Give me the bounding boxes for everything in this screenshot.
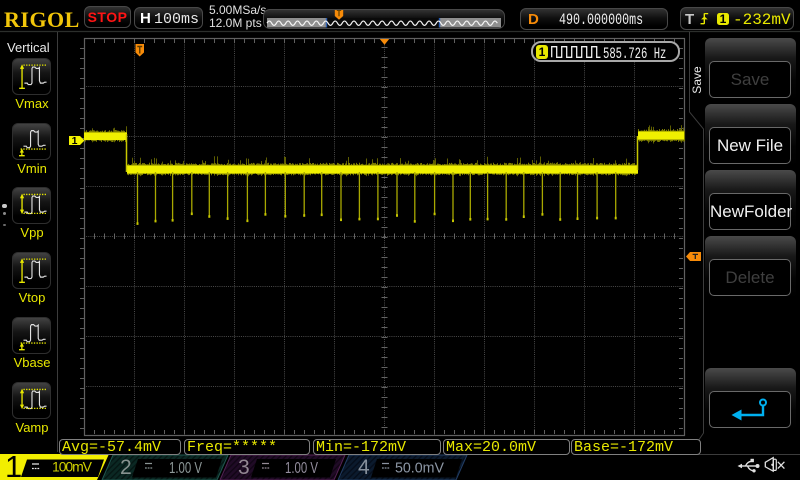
svg-text:4: 4 — [358, 456, 370, 479]
svg-text:1: 1 — [5, 449, 22, 480]
svg-text:1.00 V: 1.00 V — [169, 460, 202, 477]
svg-text:2: 2 — [120, 456, 132, 479]
svg-text:100mV: 100mV — [52, 459, 93, 475]
svg-text:50.0mV: 50.0mV — [395, 460, 444, 477]
svg-text:3: 3 — [238, 456, 250, 479]
svg-text:1: 1 — [72, 135, 78, 147]
svg-text:1.00 V: 1.00 V — [285, 460, 318, 477]
